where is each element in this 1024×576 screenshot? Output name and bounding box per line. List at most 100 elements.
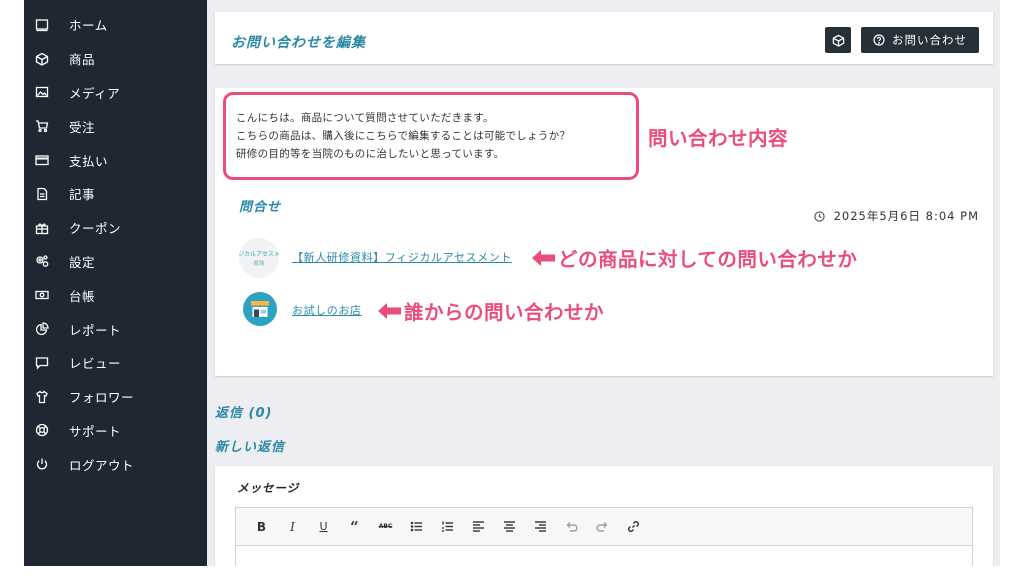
comment-icon	[34, 355, 50, 371]
app-shell: ホーム 商品 メディア 受注 支払い 記事 クーポン 設定 台帳 レポート レビ…	[24, 0, 1000, 566]
align-center-icon	[503, 520, 516, 533]
sidebar-item-label: 受注	[69, 119, 96, 135]
cube-icon	[34, 51, 50, 67]
inquiry-button-label: お問い合わせ	[892, 33, 967, 47]
sidebar-item-settings[interactable]: 設定	[24, 245, 207, 279]
redo-icon	[596, 520, 609, 533]
message-line: こんにちは。商品について質問させていただきます。	[236, 112, 494, 124]
blockquote-button[interactable]: “	[339, 513, 370, 541]
clock-icon	[813, 210, 834, 222]
align-right-icon	[534, 520, 547, 533]
sidebar-item-label: 設定	[69, 254, 96, 270]
sidebar: ホーム 商品 メディア 受注 支払い 記事 クーポン 設定 台帳 レポート レビ…	[24, 0, 207, 566]
message-line: こちらの商品は、購入後にこちらで編集することは可能でしょうか？	[236, 130, 571, 142]
sidebar-item-label: メディア	[69, 85, 121, 101]
message-editor[interactable]: B I U “ ABC	[235, 507, 973, 566]
document-icon	[34, 186, 50, 202]
gears-icon	[34, 253, 50, 269]
annotation-product: どの商品に対しての問い合わせか	[532, 243, 857, 272]
message-label: メッセージ	[237, 481, 300, 495]
sidebar-item-coupons[interactable]: クーポン	[24, 211, 207, 245]
undo-icon	[565, 520, 578, 533]
sidebar-item-label: サポート	[69, 423, 122, 439]
arrow-left-icon	[378, 302, 404, 319]
numbered-list-button[interactable]	[432, 513, 463, 541]
inquiry-timestamp: 2025年5月6日 8:04 PM	[783, 208, 979, 224]
product-link[interactable]: 【新人研修資料】フィジカルアセスメント	[292, 249, 512, 265]
sidebar-item-label: ログアウト	[69, 457, 135, 473]
inquiry-section-title: 問合せ	[239, 200, 282, 215]
sidebar-item-logout[interactable]: ログアウト	[24, 447, 207, 481]
sidebar-item-label: 支払い	[69, 153, 109, 169]
sidebar-item-reports[interactable]: レポート	[24, 312, 207, 346]
sidebar-item-label: 商品	[69, 52, 96, 68]
product-thumbnail[interactable]: ジカルアセスメ 概論	[239, 238, 279, 278]
sidebar-item-label: 記事	[69, 187, 96, 203]
sidebar-item-products[interactable]: 商品	[24, 42, 207, 76]
underline-button[interactable]: U	[308, 513, 339, 541]
bullet-list-button[interactable]	[401, 513, 432, 541]
credit-card-icon	[34, 152, 50, 168]
page-header-card: お問い合わせを編集 お問い合わせ	[215, 12, 993, 64]
thumbnail-text: ジカルアセスメ	[239, 251, 279, 258]
replies-title: 返信 (0)	[215, 406, 273, 421]
thumbnail-subtext: 概論	[253, 261, 265, 267]
sidebar-item-followers[interactable]: フォロワー	[24, 380, 207, 414]
product-button[interactable]	[825, 27, 851, 53]
store-icon[interactable]	[243, 292, 277, 326]
sidebar-item-label: クーポン	[69, 221, 122, 237]
annotation-sender: 誰からの問い合わせか	[378, 296, 604, 325]
arrow-left-icon	[532, 249, 558, 266]
power-icon	[34, 456, 50, 472]
inquiry-card: こんにちは。商品について質問させていただきます。 こちらの商品は、購入後にこちら…	[215, 88, 993, 376]
sidebar-item-articles[interactable]: 記事	[24, 177, 207, 211]
sidebar-item-ledger[interactable]: 台帳	[24, 278, 207, 312]
page-title: お問い合わせを編集	[231, 35, 366, 51]
align-right-button[interactable]	[525, 513, 556, 541]
undo-button[interactable]	[556, 513, 587, 541]
main-content: お問い合わせを編集 お問い合わせ こんにちは。商品について質問させていただきます…	[207, 0, 1000, 566]
bullet-list-icon	[410, 520, 423, 533]
cart-icon	[34, 118, 50, 134]
money-icon	[34, 287, 50, 303]
bold-button[interactable]: B	[246, 513, 277, 541]
question-circle-icon	[873, 34, 892, 46]
italic-button[interactable]: I	[277, 513, 308, 541]
align-left-icon	[472, 520, 485, 533]
gift-icon	[34, 220, 50, 236]
sidebar-item-reviews[interactable]: レビュー	[24, 346, 207, 380]
sidebar-nav: ホーム 商品 メディア 受注 支払い 記事 クーポン 設定 台帳 レポート レビ…	[24, 0, 207, 481]
store-link[interactable]: お試しのお店	[292, 302, 362, 318]
align-center-button[interactable]	[494, 513, 525, 541]
sidebar-item-label: フォロワー	[69, 390, 135, 406]
image-icon	[34, 84, 50, 100]
redo-button[interactable]	[587, 513, 618, 541]
sidebar-item-label: レビュー	[69, 356, 122, 372]
sidebar-item-label: レポート	[69, 322, 122, 338]
sidebar-item-label: ホーム	[69, 18, 108, 34]
annotation-sender-text: 誰からの問い合わせか	[404, 301, 605, 324]
numbered-list-icon	[441, 520, 454, 533]
link-icon	[627, 520, 640, 533]
annotation-inquiry-content: 問い合わせ内容	[648, 127, 789, 150]
strikethrough-button[interactable]: ABC	[370, 513, 401, 541]
new-reply-card: メッセージ B I U “ ABC	[215, 466, 993, 566]
sidebar-item-payments[interactable]: 支払い	[24, 143, 207, 177]
sidebar-item-media[interactable]: メディア	[24, 76, 207, 110]
new-reply-title: 新しい返信	[215, 440, 286, 455]
timestamp-text: 2025年5月6日 8:04 PM	[833, 209, 979, 223]
editor-toolbar: B I U “ ABC	[236, 508, 972, 546]
annotation-product-text: どの商品に対しての問い合わせか	[558, 248, 858, 271]
inquiry-button[interactable]: お問い合わせ	[861, 27, 979, 53]
link-button[interactable]	[618, 513, 649, 541]
sidebar-item-orders[interactable]: 受注	[24, 109, 207, 143]
sidebar-item-home[interactable]: ホーム	[24, 8, 207, 42]
inquiry-message: こんにちは。商品について質問させていただきます。 こちらの商品は、購入後にこちら…	[223, 92, 639, 180]
message-line: 研修の目的等を当院のものに治したいと思っています。	[236, 148, 505, 160]
home-icon	[34, 17, 50, 33]
align-left-button[interactable]	[463, 513, 494, 541]
pie-chart-icon	[34, 321, 50, 337]
sidebar-item-label: 台帳	[69, 288, 96, 304]
cube-icon	[832, 34, 845, 47]
sidebar-item-support[interactable]: サポート	[24, 414, 207, 448]
